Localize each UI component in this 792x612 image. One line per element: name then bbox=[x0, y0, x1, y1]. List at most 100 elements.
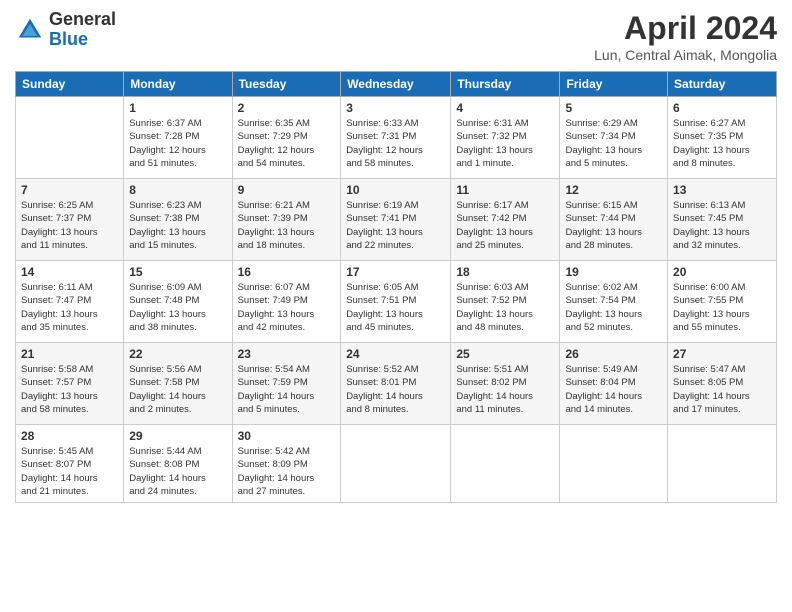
day-detail: Sunrise: 6:09 AM Sunset: 7:48 PM Dayligh… bbox=[129, 281, 226, 334]
day-detail: Sunrise: 6:29 AM Sunset: 7:34 PM Dayligh… bbox=[565, 117, 662, 170]
day-detail: Sunrise: 6:15 AM Sunset: 7:44 PM Dayligh… bbox=[565, 199, 662, 252]
day-cell bbox=[341, 425, 451, 503]
day-cell: 20 Sunrise: 6:00 AM Sunset: 7:55 PM Dayli… bbox=[668, 261, 777, 343]
week-row-2: 7 Sunrise: 6:25 AM Sunset: 7:37 PM Daylig… bbox=[16, 179, 777, 261]
day-detail: Sunrise: 5:52 AM Sunset: 8:01 PM Dayligh… bbox=[346, 363, 445, 416]
day-number: 28 bbox=[21, 429, 118, 443]
day-cell: 7 Sunrise: 6:25 AM Sunset: 7:37 PM Daylig… bbox=[16, 179, 124, 261]
day-detail: Sunrise: 6:03 AM Sunset: 7:52 PM Dayligh… bbox=[456, 281, 554, 334]
day-cell: 15 Sunrise: 6:09 AM Sunset: 7:48 PM Dayli… bbox=[124, 261, 232, 343]
day-cell: 13 Sunrise: 6:13 AM Sunset: 7:45 PM Dayli… bbox=[668, 179, 777, 261]
calendar-header-row: SundayMondayTuesdayWednesdayThursdayFrid… bbox=[16, 72, 777, 97]
logo-blue: Blue bbox=[49, 30, 116, 50]
day-detail: Sunrise: 6:23 AM Sunset: 7:38 PM Dayligh… bbox=[129, 199, 226, 252]
day-cell: 18 Sunrise: 6:03 AM Sunset: 7:52 PM Dayli… bbox=[451, 261, 560, 343]
day-number: 5 bbox=[565, 101, 662, 115]
day-detail: Sunrise: 6:00 AM Sunset: 7:55 PM Dayligh… bbox=[673, 281, 771, 334]
week-row-5: 28 Sunrise: 5:45 AM Sunset: 8:07 PM Dayli… bbox=[16, 425, 777, 503]
day-detail: Sunrise: 6:11 AM Sunset: 7:47 PM Dayligh… bbox=[21, 281, 118, 334]
day-cell: 30 Sunrise: 5:42 AM Sunset: 8:09 PM Dayli… bbox=[232, 425, 341, 503]
day-number: 14 bbox=[21, 265, 118, 279]
day-detail: Sunrise: 6:21 AM Sunset: 7:39 PM Dayligh… bbox=[238, 199, 336, 252]
logo-general: General bbox=[49, 10, 116, 30]
day-cell: 24 Sunrise: 5:52 AM Sunset: 8:01 PM Dayli… bbox=[341, 343, 451, 425]
day-cell: 1Sunrise: 6:37 AM Sunset: 7:28 PM Daylig… bbox=[124, 97, 232, 179]
day-detail: Sunrise: 6:02 AM Sunset: 7:54 PM Dayligh… bbox=[565, 281, 662, 334]
day-detail: Sunrise: 6:07 AM Sunset: 7:49 PM Dayligh… bbox=[238, 281, 336, 334]
logo-icon bbox=[15, 15, 45, 45]
day-detail: Sunrise: 6:25 AM Sunset: 7:37 PM Dayligh… bbox=[21, 199, 118, 252]
day-number: 6 bbox=[673, 101, 771, 115]
day-detail: Sunrise: 6:17 AM Sunset: 7:42 PM Dayligh… bbox=[456, 199, 554, 252]
day-cell: 25Sunrise: 5:51 AM Sunset: 8:02 PM Dayli… bbox=[451, 343, 560, 425]
day-cell: 23Sunrise: 5:54 AM Sunset: 7:59 PM Dayli… bbox=[232, 343, 341, 425]
day-number: 17 bbox=[346, 265, 445, 279]
day-cell bbox=[668, 425, 777, 503]
day-header-sunday: Sunday bbox=[16, 72, 124, 97]
day-detail: Sunrise: 6:35 AM Sunset: 7:29 PM Dayligh… bbox=[238, 117, 336, 170]
day-number: 15 bbox=[129, 265, 226, 279]
title-block: April 2024 Lun, Central Aimak, Mongolia bbox=[594, 10, 777, 63]
day-cell: 9 Sunrise: 6:21 AM Sunset: 7:39 PM Daylig… bbox=[232, 179, 341, 261]
day-cell: 17 Sunrise: 6:05 AM Sunset: 7:51 PM Dayli… bbox=[341, 261, 451, 343]
day-cell: 29 Sunrise: 5:44 AM Sunset: 8:08 PM Dayli… bbox=[124, 425, 232, 503]
day-number: 3 bbox=[346, 101, 445, 115]
day-header-wednesday: Wednesday bbox=[341, 72, 451, 97]
day-number: 19 bbox=[565, 265, 662, 279]
day-number: 26 bbox=[565, 347, 662, 361]
main-title: April 2024 bbox=[594, 10, 777, 47]
day-cell: 4Sunrise: 6:31 AM Sunset: 7:32 PM Daylig… bbox=[451, 97, 560, 179]
day-detail: Sunrise: 5:44 AM Sunset: 8:08 PM Dayligh… bbox=[129, 445, 226, 498]
day-number: 30 bbox=[238, 429, 336, 443]
day-number: 27 bbox=[673, 347, 771, 361]
day-cell: 12 Sunrise: 6:15 AM Sunset: 7:44 PM Dayli… bbox=[560, 179, 668, 261]
day-cell bbox=[560, 425, 668, 503]
day-detail: Sunrise: 5:56 AM Sunset: 7:58 PM Dayligh… bbox=[129, 363, 226, 416]
day-detail: Sunrise: 6:13 AM Sunset: 7:45 PM Dayligh… bbox=[673, 199, 771, 252]
day-detail: Sunrise: 6:27 AM Sunset: 7:35 PM Dayligh… bbox=[673, 117, 771, 170]
day-detail: Sunrise: 6:05 AM Sunset: 7:51 PM Dayligh… bbox=[346, 281, 445, 334]
day-number: 18 bbox=[456, 265, 554, 279]
day-number: 29 bbox=[129, 429, 226, 443]
day-number: 1 bbox=[129, 101, 226, 115]
day-detail: Sunrise: 5:49 AM Sunset: 8:04 PM Dayligh… bbox=[565, 363, 662, 416]
week-row-3: 14 Sunrise: 6:11 AM Sunset: 7:47 PM Dayli… bbox=[16, 261, 777, 343]
day-number: 9 bbox=[238, 183, 336, 197]
day-detail: Sunrise: 5:58 AM Sunset: 7:57 PM Dayligh… bbox=[21, 363, 118, 416]
day-detail: Sunrise: 5:45 AM Sunset: 8:07 PM Dayligh… bbox=[21, 445, 118, 498]
day-cell: 27Sunrise: 5:47 AM Sunset: 8:05 PM Dayli… bbox=[668, 343, 777, 425]
day-header-saturday: Saturday bbox=[668, 72, 777, 97]
day-cell: 10Sunrise: 6:19 AM Sunset: 7:41 PM Dayli… bbox=[341, 179, 451, 261]
day-cell: 11 Sunrise: 6:17 AM Sunset: 7:42 PM Dayli… bbox=[451, 179, 560, 261]
day-number: 2 bbox=[238, 101, 336, 115]
week-row-1: 1Sunrise: 6:37 AM Sunset: 7:28 PM Daylig… bbox=[16, 97, 777, 179]
day-cell: 26 Sunrise: 5:49 AM Sunset: 8:04 PM Dayli… bbox=[560, 343, 668, 425]
day-number: 22 bbox=[129, 347, 226, 361]
day-number: 11 bbox=[456, 183, 554, 197]
logo-text: General Blue bbox=[49, 10, 116, 50]
day-number: 13 bbox=[673, 183, 771, 197]
day-number: 23 bbox=[238, 347, 336, 361]
calendar: SundayMondayTuesdayWednesdayThursdayFrid… bbox=[15, 71, 777, 503]
day-cell: 6 Sunrise: 6:27 AM Sunset: 7:35 PM Daylig… bbox=[668, 97, 777, 179]
day-cell: 28 Sunrise: 5:45 AM Sunset: 8:07 PM Dayli… bbox=[16, 425, 124, 503]
day-detail: Sunrise: 5:42 AM Sunset: 8:09 PM Dayligh… bbox=[238, 445, 336, 498]
day-cell: 22 Sunrise: 5:56 AM Sunset: 7:58 PM Dayli… bbox=[124, 343, 232, 425]
day-number: 20 bbox=[673, 265, 771, 279]
day-number: 24 bbox=[346, 347, 445, 361]
day-header-monday: Monday bbox=[124, 72, 232, 97]
day-cell: 5 Sunrise: 6:29 AM Sunset: 7:34 PM Daylig… bbox=[560, 97, 668, 179]
day-header-tuesday: Tuesday bbox=[232, 72, 341, 97]
day-number: 10 bbox=[346, 183, 445, 197]
day-cell: 19 Sunrise: 6:02 AM Sunset: 7:54 PM Dayli… bbox=[560, 261, 668, 343]
day-number: 7 bbox=[21, 183, 118, 197]
day-number: 16 bbox=[238, 265, 336, 279]
day-cell bbox=[16, 97, 124, 179]
day-number: 21 bbox=[21, 347, 118, 361]
day-header-friday: Friday bbox=[560, 72, 668, 97]
day-detail: Sunrise: 6:31 AM Sunset: 7:32 PM Dayligh… bbox=[456, 117, 554, 170]
day-number: 12 bbox=[565, 183, 662, 197]
day-cell bbox=[451, 425, 560, 503]
day-cell: 8Sunrise: 6:23 AM Sunset: 7:38 PM Daylig… bbox=[124, 179, 232, 261]
header: General Blue April 2024 Lun, Central Aim… bbox=[15, 10, 777, 63]
